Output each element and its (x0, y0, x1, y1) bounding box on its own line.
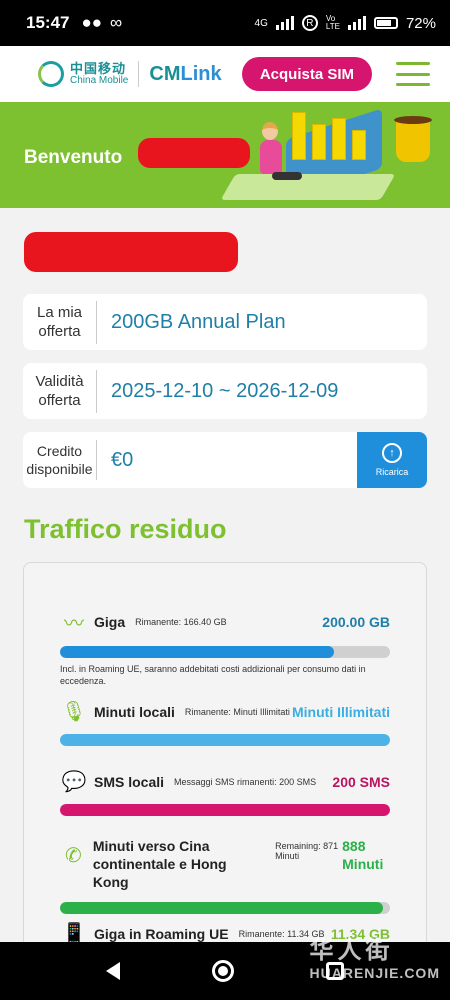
logo-en-text: China Mobile (70, 74, 129, 86)
progress-fill (60, 646, 334, 658)
microphone-icon: 🎙 (61, 701, 87, 723)
china-mobile-logo[interactable]: 中国移动 China Mobile (38, 60, 140, 87)
link-icon: ∞ (110, 13, 123, 32)
china-mobile-logo-icon (38, 61, 64, 87)
traffic-item-name: Giga in Roaming UE (94, 925, 229, 942)
back-icon[interactable] (106, 962, 120, 980)
site-header: 中国移动 China Mobile CMLink Acquista SIM (0, 46, 450, 102)
progress-bar (60, 901, 390, 914)
recharge-icon: ↑ (382, 443, 402, 463)
volte-icon: Vo LTE (325, 14, 340, 31)
name-redaction (138, 138, 250, 168)
signal-icon-2 (347, 16, 366, 30)
progress-bar (60, 646, 390, 658)
welcome-text: Benvenuto (24, 147, 123, 168)
signal-icon (275, 16, 294, 30)
traffic-item-china-minutes: ✆ Minuti verso Cina continentale e Hong … (60, 837, 390, 914)
network-type: 4G (254, 17, 268, 29)
offer-value: 200GB Annual Plan (111, 310, 286, 333)
validity-value: 2025-12-10 ~ 2026-12-09 (111, 379, 339, 402)
traffic-item-remaining: Messaggi SMS rimanenti: 200 SMS (174, 776, 317, 787)
battery-level: 72% (405, 14, 436, 32)
traffic-item-name: Giga (94, 613, 126, 630)
traffic-item-local-sms: 💬 SMS locali Messaggi SMS rimanenti: 200… (60, 769, 390, 816)
watermark-en: HUARENJIE.COM (309, 965, 440, 981)
home-icon[interactable] (212, 960, 234, 982)
validity-card: Validità offerta 2025-12-10 ~ 2026-12-09 (23, 363, 427, 419)
logo-cn-text: 中国移动 (70, 60, 127, 76)
validity-label: Validità offerta (23, 369, 97, 413)
credit-card: Credito disponibile €0 ↑ Ricarica (23, 432, 427, 488)
offer-card: La mia offerta 200GB Annual Plan (23, 294, 427, 350)
traffic-item-amount: Minuti Illimitati (292, 703, 390, 720)
traffic-item-name: Minuti verso Cina continentale e Hong Ko… (92, 838, 227, 891)
traffic-panel: 〰 Giga Rimanente: 166.40 GB 200.00 GB In… (23, 562, 427, 962)
traffic-item-name: Minuti locali (94, 703, 175, 720)
recharge-button[interactable]: ↑ Ricarica (357, 432, 427, 488)
traffic-item-amount: 888 Minuti (342, 838, 384, 873)
chart-illustration (292, 112, 366, 160)
phone-number-redaction (24, 232, 238, 272)
traffic-item-giga: 〰 Giga Rimanente: 166.40 GB 200.00 GB In… (60, 607, 390, 687)
cmlink-logo-b: Link (180, 62, 222, 85)
pulse-icon: 〰 (64, 613, 84, 635)
status-right: 4G R Vo LTE 72% (255, 15, 436, 32)
battery-icon (373, 17, 398, 29)
phone-icon: ✆ (65, 845, 82, 867)
traffic-item-amount: 200.00 GB (322, 613, 390, 630)
hamburger-menu-icon[interactable] (396, 62, 430, 86)
offer-label: La mia offerta (23, 300, 97, 344)
platform-illustration (220, 174, 396, 200)
roaming-note: Incl. in Roaming UE, saranno addebitati … (60, 664, 366, 686)
notification-icons: ●● ∞ (81, 13, 122, 33)
registered-icon: R (301, 15, 318, 31)
progress-bar (60, 734, 390, 746)
coffee-cup-illustration (394, 116, 432, 162)
traffic-item-amount: 200 SMS (332, 773, 390, 790)
app-screen: 15:47 ●● ∞ 4G R Vo LTE 72% 中国移动 China Mob… (0, 0, 450, 1000)
person-illustration (260, 140, 282, 174)
chat-icon: 💬 (61, 771, 87, 793)
progress-fill (60, 804, 390, 816)
wechat-icon: ●● (81, 13, 103, 32)
watermark-cn: 华人街 (309, 937, 394, 964)
credit-label: Credito disponibile (23, 439, 97, 481)
person-head-illustration (262, 122, 278, 140)
status-bar: 15:47 ●● ∞ 4G R Vo LTE 72% (0, 0, 450, 46)
buy-sim-button[interactable]: Acquista SIM (241, 57, 372, 91)
person-legs-illustration (272, 172, 302, 180)
progress-fill (60, 901, 384, 914)
traffic-item-remaining: Rimanente: Minuti Illimitati (184, 706, 290, 717)
progress-bar (60, 804, 390, 816)
status-time: 15:47 (26, 13, 70, 32)
watermark: 华人街 HUARENJIE.COM (310, 930, 440, 981)
credit-value: €0 (111, 448, 134, 471)
cmlink-logo[interactable]: CMLink (149, 63, 221, 86)
traffic-item-name: SMS locali (94, 773, 165, 790)
traffic-item-local-minutes: 🎙 Minuti locali Rimanente: Minuti Illimi… (60, 699, 390, 746)
cmlink-logo-a: CM (149, 62, 181, 85)
traffic-section-title: Traffico residuo (24, 514, 227, 544)
recharge-label: Ricarica (375, 467, 409, 477)
traffic-item-remaining: Remaining: 871 Minuti (275, 841, 339, 861)
progress-fill (60, 734, 390, 746)
welcome-banner: Benvenuto (0, 102, 450, 208)
traffic-item-remaining: Rimanente: 166.40 GB (135, 616, 227, 627)
